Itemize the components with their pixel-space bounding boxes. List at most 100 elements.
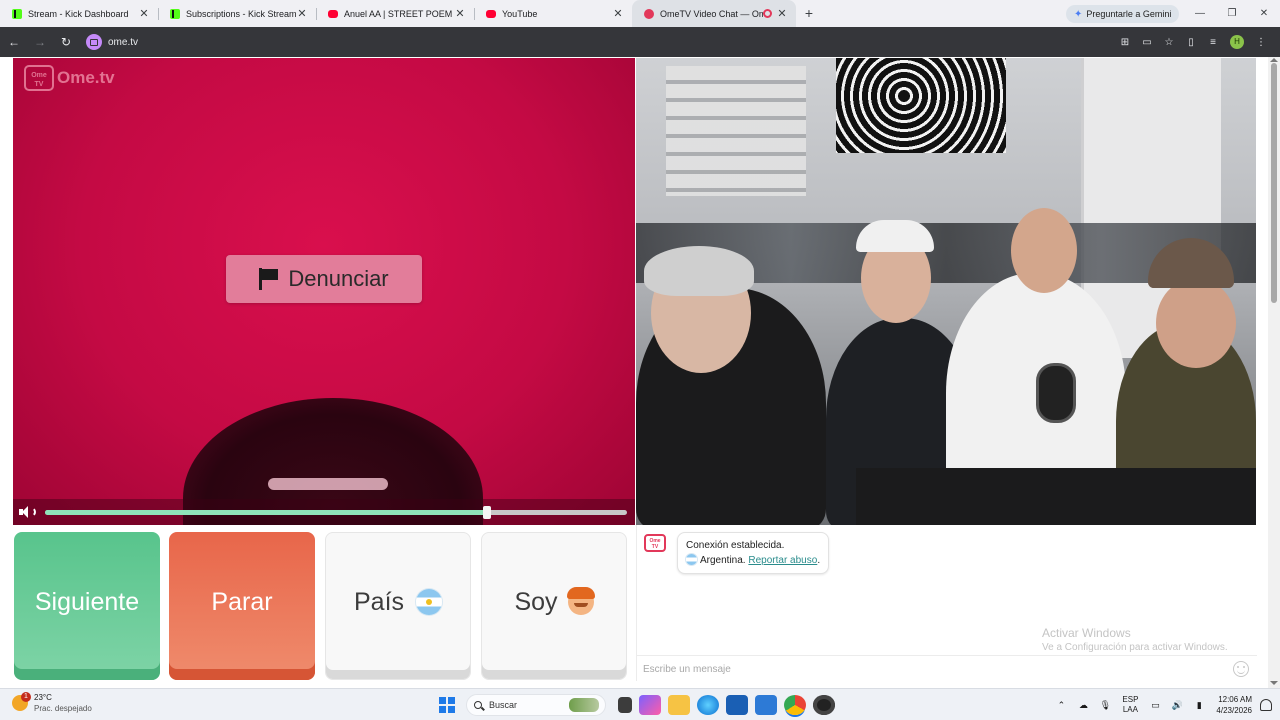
tab-ometv[interactable]: OmeTV Video Chat — Ome ✕ [632,0,796,27]
watermark-subtitle: Ve a Configuración para activar Windows. [1042,642,1228,653]
copilot-icon[interactable] [639,695,661,715]
kick-icon [170,8,180,19]
volume-control [13,499,635,525]
microphone-icon[interactable]: 🎙 [1094,700,1116,711]
scrollbar-thumb[interactable] [1271,63,1277,303]
file-explorer-icon[interactable] [668,695,690,715]
cast-icon[interactable]: ▭ [1136,37,1158,48]
gender-button[interactable]: Soy [481,532,627,680]
obs-icon[interactable] [813,695,835,715]
remote-person-cap [856,220,934,252]
restore-icon[interactable]: ❐ [1216,0,1248,27]
close-icon[interactable]: ✕ [138,7,150,20]
close-icon[interactable]: ✕ [296,7,308,20]
page-scrollbar[interactable] [1268,57,1280,688]
report-abuse-link[interactable]: Reportar abuso [748,555,817,566]
scroll-down-icon[interactable] [1270,681,1278,685]
notification-bell-icon[interactable] [1260,699,1272,711]
report-button[interactable]: Denunciar [226,255,422,303]
tab-title: YouTube [502,8,538,19]
cloud-icon[interactable]: ☁ [1072,700,1094,711]
argentina-flag-icon [686,554,697,565]
windows-start-icon[interactable] [436,694,458,716]
logo-text: Ome.tv [57,68,115,87]
browser-tab-strip: Stream - Kick Dashboard ✕ Subscriptions … [0,0,1280,27]
close-window-icon[interactable]: ✕ [1248,0,1280,27]
volume-fill [45,510,488,515]
volume-thumb[interactable] [483,506,492,519]
remote-video-table [856,468,1256,525]
clock-time: 12:06 AM [1218,695,1252,704]
notification-badge: 1 [21,692,31,702]
remote-video-microphone [1036,363,1076,423]
address-bar[interactable]: ome.tv [86,31,138,53]
tab-youtube[interactable]: YouTube ✕ [474,0,632,27]
gender-button-label: Soy [514,587,558,616]
tab-youtube-video[interactable]: Anuel AA | STREET POEM - You ✕ [316,0,474,27]
partner-country: Argentina. [700,555,746,566]
stop-button[interactable]: Parar [169,532,315,680]
chrome-icon[interactable] [784,695,806,715]
back-icon[interactable]: ← [2,35,26,49]
recording-icon [763,9,772,18]
gemini-label: Preguntarle a Gemini [1086,9,1172,19]
argentina-flag-icon [416,589,443,615]
forward-icon[interactable]: → [28,35,52,49]
chat-system-message: Conexión establecida. Argentina. Reporta… [677,532,830,574]
message-input[interactable] [643,661,1203,677]
language-indicator[interactable]: ESP LAA [1122,695,1138,715]
chevron-up-icon[interactable]: ⌃ [1050,700,1072,711]
task-view-icon[interactable] [618,697,632,713]
url-text[interactable]: ome.tv [108,37,138,48]
tab-title: Stream - Kick Dashboard [28,8,129,19]
edge-icon[interactable] [697,695,719,715]
emoji-icon[interactable] [1233,661,1249,677]
chat-panel: Ome TV Conexión establecida. Argentina. … [636,525,1257,681]
close-icon[interactable]: ✕ [776,7,788,20]
connection-status: Conexión establecida. [686,540,785,551]
language-code: ESP [1122,695,1139,704]
system-tray: ⌃ ☁ 🎙 ESP LAA ▭ 🔊 ▮ 12:06 AM 4/23/2026 [1050,692,1272,718]
volume-icon[interactable] [19,506,37,518]
close-icon[interactable]: ✕ [612,7,624,20]
partner-country-line: Argentina. Reportar abuso. [686,553,820,568]
country-button-label: País [353,587,405,616]
report-button-label: Denunciar [288,266,389,291]
next-button[interactable]: Siguiente [14,532,160,680]
volume-slider[interactable] [45,506,627,519]
country-button[interactable]: País [325,532,471,680]
menu-dots-icon[interactable]: ⋮ [1250,37,1272,48]
weather-text: 23°C Prac. despejado [34,692,92,714]
translate-icon[interactable]: ⊞ [1114,37,1136,48]
sidepanel-icon[interactable]: ▯ [1180,37,1202,48]
activate-windows-watermark: Activar Windows Ve a Configuración para … [1042,626,1228,653]
site-info-icon[interactable] [86,34,102,50]
system-clock[interactable]: 12:06 AM 4/23/2026 [1216,694,1252,716]
new-tab-button[interactable]: + [796,0,822,27]
reload-icon[interactable]: ↻ [54,35,78,49]
search-icon [474,701,482,709]
scroll-up-icon[interactable] [1270,58,1278,62]
tab-search-icon[interactable]: ≡ [1202,37,1224,48]
logo-tv-badge: Ome TV [24,65,54,91]
close-icon[interactable]: ✕ [454,7,466,20]
tab-title: Anuel AA | STREET POEM - You [344,8,454,19]
taskbar-search[interactable]: Buscar [466,694,606,716]
remote-person-hair [644,246,754,296]
monitor-icon[interactable]: ▭ [1144,700,1166,711]
battery-icon[interactable]: ▮ [1188,700,1210,711]
minimize-icon[interactable]: — [1184,0,1216,27]
watermark-title: Activar Windows [1042,626,1131,640]
gemini-icon: ✦ [1074,8,1083,20]
speaker-icon[interactable]: 🔊 [1166,700,1188,711]
weather-widget[interactable]: 1 23°C Prac. despejado [12,692,92,714]
profile-avatar[interactable]: H [1230,35,1244,49]
windows-taskbar: 1 23°C Prac. despejado Buscar ⌃ ☁ 🎙 ESP … [0,688,1280,720]
tab-kick-subscriptions[interactable]: Subscriptions - Kick Streaming ✕ [158,0,316,27]
store-icon[interactable] [726,695,748,715]
remote-person-head [1011,208,1077,293]
bookmark-star-icon[interactable]: ☆ [1158,37,1180,48]
gemini-button[interactable]: ✦ Preguntarle a Gemini [1066,5,1180,23]
tab-kick-dashboard[interactable]: Stream - Kick Dashboard ✕ [0,0,158,27]
mail-icon[interactable] [755,695,777,715]
